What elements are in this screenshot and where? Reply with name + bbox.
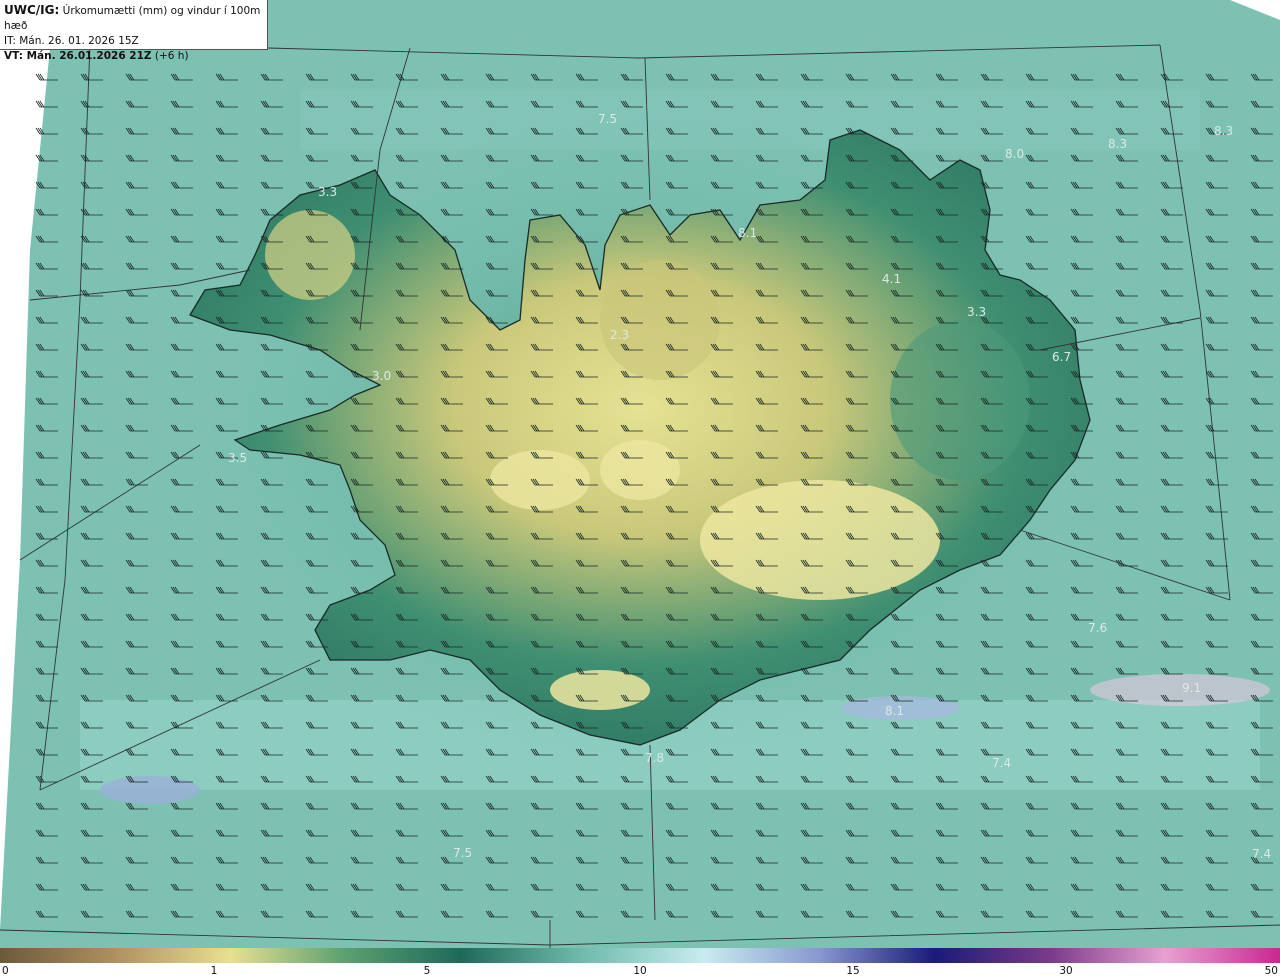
value-label: 8.1 [738, 226, 757, 240]
colorbar-tick: 50 [1264, 965, 1278, 977]
map-info-box: UWC/IG: Úrkomumætti (mm) og vindur í 100… [0, 0, 268, 62]
value-label: 7.5 [598, 112, 617, 126]
value-label: 7.6 [1088, 621, 1107, 635]
value-label: 7.4 [1252, 847, 1271, 861]
value-label: 7.8 [645, 751, 664, 765]
value-label: 7.4 [992, 756, 1011, 770]
colorbar-tick: 30 [1059, 965, 1073, 977]
info-title-line: UWC/IG: Úrkomumætti (mm) og vindur í 100… [4, 3, 263, 34]
glacier-hofsjokull [600, 440, 680, 500]
issue-time: IT: Mán. 26. 01. 2026 15Z [4, 35, 139, 47]
valid-time-line: VT: Mán. 26.01.2026 21Z (+6 h) [4, 49, 263, 64]
forecast-map: 7.5 8.0 8.3 8.3 3.3 8.1 4.1 3.3 2.3 6.7 … [0, 0, 1280, 948]
valid-time: VT: Mán. 26.01.2026 21Z [4, 50, 152, 62]
colorbar-tick: 5 [423, 965, 431, 977]
colorbar-tick: 15 [846, 965, 860, 977]
value-label: 8.0 [1005, 147, 1024, 161]
value-label: 3.3 [318, 185, 337, 199]
value-label: 8.1 [885, 704, 904, 718]
value-label: 4.1 [882, 272, 901, 286]
value-label: 2.3 [610, 328, 629, 342]
colorbar: 0 1 5 10 15 30 50 [0, 948, 1280, 978]
map-canvas: 7.5 8.0 8.3 8.3 3.3 8.1 4.1 3.3 2.3 6.7 … [0, 0, 1280, 948]
highland-east [890, 320, 1030, 480]
value-label: 3.0 [372, 369, 391, 383]
colorbar-tick: 10 [633, 965, 647, 977]
glacier-langjokull [490, 450, 590, 510]
value-label: 3.3 [967, 305, 986, 319]
highland-westfjords [265, 210, 355, 300]
precip-blob-south [100, 776, 200, 804]
value-label: 7.5 [453, 846, 472, 860]
value-label: 6.7 [1052, 350, 1071, 364]
glacier-myrdalsjokull [550, 670, 650, 710]
value-label: 8.3 [1214, 124, 1233, 138]
colorbar-tick: 1 [210, 965, 218, 977]
glacier-vatnajokull [700, 480, 940, 600]
value-label: 8.3 [1108, 137, 1127, 151]
forecast-offset: (+6 h) [154, 50, 189, 62]
value-label: 9.1 [1182, 681, 1201, 695]
product-label: UWC/IG: [4, 3, 60, 17]
highland-north [600, 260, 720, 380]
colorbar-tick: 0 [2, 965, 9, 977]
colorbar-gradient [0, 948, 1280, 963]
value-label: 3.5 [228, 451, 247, 465]
